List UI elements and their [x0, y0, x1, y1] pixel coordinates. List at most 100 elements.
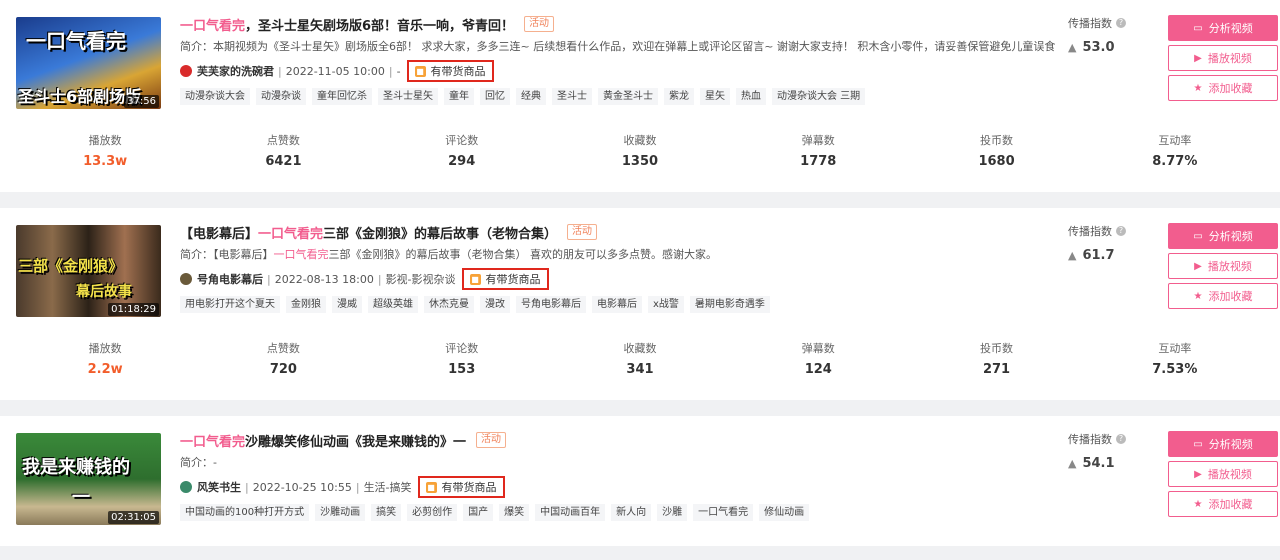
add-favorite-button[interactable]: ★ 添加收藏 [1168, 491, 1278, 517]
tag[interactable]: 暑期电影奇遇季 [689, 296, 770, 313]
tag[interactable]: 中国动画的100种打开方式 [180, 504, 310, 521]
activity-badge: 活动 [476, 432, 507, 448]
video-thumbnail[interactable]: 一口气看完 圣斗士6部剧场版 37:56 [16, 17, 161, 109]
tag[interactable]: 国产 [463, 504, 494, 521]
spread-index-value: 54.1 [1082, 456, 1115, 471]
thumbnail-caption-top: 三部《金刚狼》 [18, 257, 124, 275]
stat-label: 收藏数 [623, 342, 657, 355]
tag[interactable]: 新人向 [611, 504, 652, 521]
tag[interactable]: 黄金圣斗士 [598, 88, 658, 105]
thumbnail-caption-top: 一口气看完 [26, 29, 126, 53]
star-icon: ★ [1193, 82, 1203, 94]
stat-value: 1680 [978, 154, 1015, 169]
add-favorite-button[interactable]: ★ 添加收藏 [1168, 75, 1278, 101]
tag[interactable]: 爆笑 [499, 504, 530, 521]
publish-date: 2022-11-05 10:00 [285, 64, 385, 78]
avatar[interactable] [180, 273, 192, 285]
stat-label: 播放数 [88, 134, 122, 147]
tag[interactable]: 童年 [444, 88, 474, 105]
stat-cell: 播放数 13.3w [16, 130, 194, 192]
play-video-button[interactable]: ▶ 播放视频 [1168, 253, 1278, 279]
video-duration: 01:18:29 [108, 303, 159, 316]
tag[interactable]: 动漫杂谈 [256, 88, 306, 105]
analyze-video-button[interactable]: ▭ 分析视频 [1168, 15, 1278, 41]
avatar[interactable] [180, 65, 192, 77]
author-name[interactable]: 芙芙家的洗碗君 [197, 63, 274, 79]
video-intro: 简介：- [180, 456, 217, 469]
tag[interactable]: 中国动画百年 [535, 504, 606, 521]
tag[interactable]: 修仙动画 [759, 504, 810, 521]
flame-icon: ▲ [1068, 41, 1077, 54]
video-title[interactable]: 【电影幕后】 一口气看完 三部《金刚狼》的幕后故事（老物合集） 活动 [180, 221, 1070, 243]
tag[interactable]: 圣斗士 [552, 88, 592, 105]
action-buttons: ▭ 分析视频 ▶ 播放视频 ★ 添加收藏 [1168, 431, 1278, 521]
tag[interactable]: 漫改 [480, 296, 510, 313]
title-highlight: 一口气看完 [258, 226, 324, 242]
spread-index-value: 53.0 [1082, 40, 1115, 55]
stat-cell: 收藏数 341 [551, 338, 729, 400]
video-thumbnail[interactable]: 三部《金刚狼》 幕后故事 01:18:29 [16, 225, 161, 317]
analyze-video-button[interactable]: ▭ 分析视频 [1168, 223, 1278, 249]
goods-badge[interactable]: ■ 有带货商品 [417, 476, 505, 498]
tv-icon: ▭ [1193, 230, 1203, 242]
question-icon[interactable]: ? [1116, 18, 1126, 28]
tag[interactable]: 童年回忆杀 [312, 88, 372, 105]
tag[interactable]: 沙雕 [657, 504, 688, 521]
tag[interactable]: 一口气看完 [693, 504, 754, 521]
stat-value: 2.2w [87, 362, 123, 377]
goods-badge[interactable]: ■ 有带货商品 [461, 268, 549, 290]
author-name[interactable]: 风笑书生 [197, 479, 241, 495]
video-title[interactable]: 一口气看完 沙雕爆笑修仙动画《我是来赚钱的》一 活动 [180, 429, 1070, 451]
tag[interactable]: 热血 [736, 88, 766, 105]
tag[interactable]: 紫龙 [664, 88, 694, 105]
stat-cell: 弹幕数 1778 [729, 130, 907, 192]
tag[interactable]: 漫威 [332, 296, 362, 313]
stat-value: 6421 [265, 154, 302, 169]
stat-value: 341 [626, 362, 654, 377]
stat-value: 153 [448, 362, 476, 377]
video-meta: 号角电影幕后 | 2022-08-13 18:00 | 影视-影视杂谈 ■ 有带货… [180, 268, 1070, 290]
spread-index-value: 61.7 [1082, 248, 1115, 263]
tag[interactable]: 回忆 [480, 88, 510, 105]
tag[interactable]: 超级英雄 [368, 296, 418, 313]
spread-index: 传播指数? ▲ 61.7 [1068, 223, 1148, 263]
tag[interactable]: 圣斗士星矢 [378, 88, 438, 105]
stat-cell: 收藏数 1350 [551, 130, 729, 192]
play-icon: ▶ [1194, 468, 1202, 480]
play-video-button[interactable]: ▶ 播放视频 [1168, 461, 1278, 487]
video-title[interactable]: 一口气看完 ，圣斗士星矢剧场版6部！音乐一响，爷青回！ 活动 [180, 13, 1070, 35]
goods-badge[interactable]: ■ 有带货商品 [406, 60, 494, 82]
tag[interactable]: 必剪创作 [407, 504, 458, 521]
stat-label: 互动率 [1158, 342, 1192, 355]
video-meta: 风笑书生 | 2022-10-25 10:55 | 生活-搞笑 ■ 有带货商品 [180, 476, 1070, 498]
tag[interactable]: 休杰克曼 [424, 296, 474, 313]
tag[interactable]: 动漫杂谈大会 三期 [772, 88, 866, 105]
tag[interactable]: 星矢 [700, 88, 730, 105]
tag[interactable]: 号角电影幕后 [516, 296, 586, 313]
stat-cell: 评论数 153 [373, 338, 551, 400]
add-favorite-button[interactable]: ★ 添加收藏 [1168, 283, 1278, 309]
play-icon: ▶ [1194, 52, 1202, 64]
avatar[interactable] [180, 481, 192, 493]
stat-value: 8.77% [1152, 154, 1198, 169]
tag[interactable]: 动漫杂谈大会 [180, 88, 250, 105]
question-icon[interactable]: ? [1116, 434, 1126, 444]
tag[interactable]: 经典 [516, 88, 546, 105]
analyze-video-button[interactable]: ▭ 分析视频 [1168, 431, 1278, 457]
play-video-button[interactable]: ▶ 播放视频 [1168, 45, 1278, 71]
tag[interactable]: x战警 [648, 296, 684, 313]
tag[interactable]: 搞笑 [371, 504, 402, 521]
publish-date: 2022-08-13 18:00 [274, 272, 374, 286]
tag[interactable]: 用电影打开这个夏天 [180, 296, 280, 313]
video-card: 我是来赚钱的 一 02:31:05 一口气看完 沙雕爆笑修仙动画《我是来赚钱的》一… [0, 416, 1280, 546]
author-name[interactable]: 号角电影幕后 [197, 271, 263, 287]
spread-index: 传播指数? ▲ 53.0 [1068, 15, 1148, 55]
spread-index-label: 传播指数 [1068, 225, 1112, 238]
action-buttons: ▭ 分析视频 ▶ 播放视频 ★ 添加收藏 [1168, 223, 1278, 313]
tag[interactable]: 金刚狼 [286, 296, 326, 313]
tag[interactable]: 沙雕动画 [315, 504, 366, 521]
video-thumbnail[interactable]: 我是来赚钱的 一 02:31:05 [16, 433, 161, 525]
question-icon[interactable]: ? [1116, 226, 1126, 236]
flame-icon: ▲ [1068, 457, 1077, 470]
tag[interactable]: 电影幕后 [592, 296, 642, 313]
